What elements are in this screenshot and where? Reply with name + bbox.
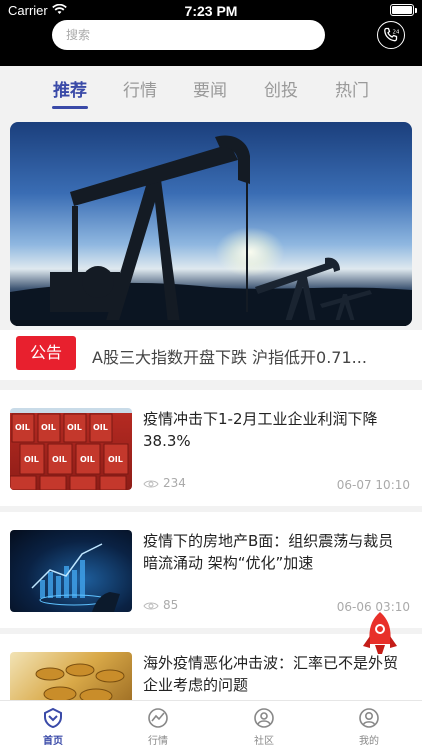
announcement-text[interactable]: A股三大指数开盘下跌 沪指低开0.71... bbox=[92, 344, 392, 368]
news-title[interactable]: 疫情冲击下1-2月工业企业利润下降38.3% bbox=[143, 408, 403, 452]
bottom-tab-bar: 首页 行情 社区 我的 bbox=[0, 700, 422, 750]
search-input[interactable]: 搜索 bbox=[52, 20, 325, 50]
nav-home-label: 首页 bbox=[43, 736, 63, 747]
news-item[interactable]: OIL OIL OIL OIL OIL OIL OIL OIL 疫情冲击下1-2月工业企业利… bbox=[0, 390, 422, 506]
customer-service-button[interactable]: 24 bbox=[377, 21, 405, 49]
svg-text:OIL: OIL bbox=[67, 423, 82, 432]
tab-hot[interactable]: 热门 bbox=[324, 76, 380, 101]
view-count-value: 85 bbox=[163, 598, 179, 612]
back-to-top-button[interactable] bbox=[361, 610, 399, 658]
tab-news[interactable]: 要闻 bbox=[182, 76, 238, 101]
view-count-value: 234 bbox=[163, 476, 186, 490]
oil-pump-illustration bbox=[10, 135, 412, 326]
news-title[interactable]: 海外疫情恶化冲击波：汇率已不是外贸企业考虑的问题 bbox=[143, 652, 403, 696]
svg-text:OIL: OIL bbox=[108, 455, 123, 464]
svg-text:OIL: OIL bbox=[15, 423, 30, 432]
business-chart-image bbox=[31, 543, 120, 612]
eye-icon bbox=[143, 602, 159, 609]
svg-text:OIL: OIL bbox=[80, 455, 95, 464]
nav-community[interactable]: 社区 bbox=[234, 707, 294, 747]
announcement-badge: 公告 bbox=[16, 336, 76, 370]
nav-home[interactable]: 首页 bbox=[23, 707, 83, 747]
status-bar: Carrier 7:23 PM bbox=[0, 0, 422, 22]
oil-barrel-image: OIL OIL OIL OIL OIL OIL OIL OIL bbox=[10, 413, 129, 490]
news-item[interactable]: 疫情下的房地产B面：组织震荡与裁员暗流涌动 架构“优化”加速 85 06-06 … bbox=[0, 512, 422, 628]
eye-icon bbox=[143, 480, 159, 487]
news-thumbnail-oil-barrels: OIL OIL OIL OIL OIL OIL OIL OIL bbox=[10, 408, 132, 490]
svg-text:OIL: OIL bbox=[52, 455, 67, 464]
nav-community-label: 社区 bbox=[254, 736, 274, 747]
app-header: Carrier 7:23 PM 搜索 24 bbox=[0, 0, 422, 66]
rocket-icon bbox=[363, 612, 397, 654]
announcement-bar[interactable]: 公告 A股三大指数开盘下跌 沪指低开0.71... bbox=[0, 330, 422, 380]
active-tab-indicator bbox=[52, 106, 88, 109]
battery-icon bbox=[390, 4, 417, 16]
svg-text:OIL: OIL bbox=[41, 423, 56, 432]
news-thumbnail-data-chart bbox=[10, 530, 132, 612]
status-time: 7:23 PM bbox=[184, 3, 238, 19]
market-icon bbox=[148, 708, 168, 728]
phone-icon: 24 bbox=[384, 27, 400, 42]
profile-icon bbox=[359, 708, 379, 728]
nav-market-label: 行情 bbox=[148, 736, 168, 747]
nav-profile[interactable]: 我的 bbox=[339, 707, 399, 747]
home-icon bbox=[44, 707, 62, 729]
nav-profile-label: 我的 bbox=[359, 736, 379, 747]
svg-text:24: 24 bbox=[393, 30, 400, 36]
tab-venture[interactable]: 创投 bbox=[253, 76, 309, 101]
view-count: 85 bbox=[143, 598, 178, 612]
nav-market[interactable]: 行情 bbox=[128, 707, 188, 747]
tab-recommend[interactable]: 推荐 bbox=[42, 76, 98, 101]
community-icon bbox=[254, 708, 274, 728]
news-date: 06-07 10:10 bbox=[336, 478, 410, 492]
news-title[interactable]: 疫情下的房地产B面：组织震荡与裁员暗流涌动 架构“优化”加速 bbox=[143, 530, 403, 574]
svg-text:OIL: OIL bbox=[93, 423, 108, 432]
banner-image[interactable] bbox=[10, 122, 412, 326]
view-count: 234 bbox=[143, 476, 186, 490]
tab-market[interactable]: 行情 bbox=[112, 76, 168, 101]
svg-text:OIL: OIL bbox=[24, 455, 39, 464]
